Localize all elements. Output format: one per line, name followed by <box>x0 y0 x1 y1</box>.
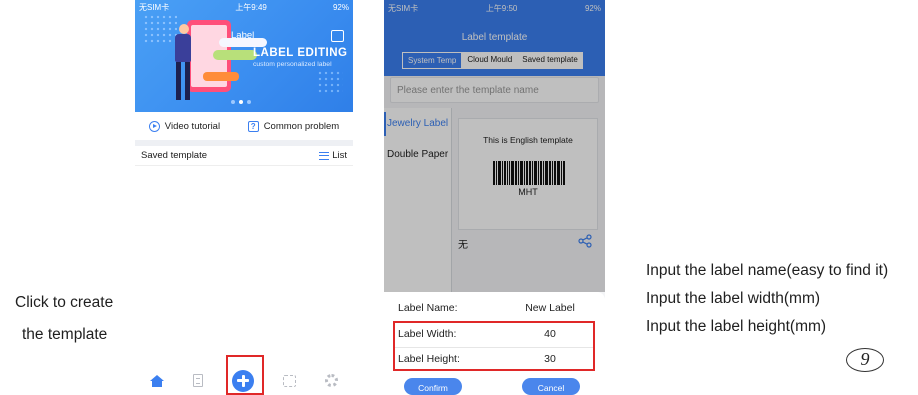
common-problem-label: Common problem <box>263 120 340 132</box>
list-icon <box>319 151 330 160</box>
banner-headline: LABEL EDITING <box>253 47 348 59</box>
app-name: Label <box>231 30 255 41</box>
dot-pattern <box>317 70 343 94</box>
saved-template-title: Saved template <box>141 150 208 161</box>
highlight-box-dimensions <box>393 321 595 371</box>
carrier: 无SIM卡 <box>139 2 170 12</box>
play-icon <box>148 120 160 132</box>
pager-dot[interactable] <box>231 100 235 104</box>
label-name-input[interactable]: New Label <box>520 302 580 314</box>
label-name-label: Label Name: <box>398 302 458 314</box>
scan-icon[interactable] <box>283 374 297 387</box>
illustration-person <box>179 24 189 34</box>
saved-template-header: Saved template List <box>135 146 353 166</box>
document-icon[interactable] <box>192 374 203 387</box>
list-view-toggle[interactable]: List <box>319 150 347 161</box>
caption-line-1: Click to create <box>15 294 114 311</box>
battery: 92% <box>332 2 349 12</box>
confirm-button[interactable]: Confirm <box>404 378 462 395</box>
illustration-person <box>175 34 191 62</box>
note-label-height: Input the label height(mm) <box>646 318 827 335</box>
illustration-card <box>213 50 257 60</box>
illustration-card <box>203 72 239 81</box>
dot-pattern <box>143 14 177 44</box>
pager-dot[interactable] <box>239 100 243 104</box>
carousel-pager[interactable] <box>231 100 251 104</box>
caption-line-2: the template <box>22 326 108 343</box>
banner-subline: custom personalized label <box>253 61 332 68</box>
illustration-person <box>176 62 181 100</box>
note-label-name: Input the label name(easy to find it) <box>646 262 889 279</box>
video-tutorial-link[interactable]: Video tutorial <box>148 120 221 132</box>
home-screen: Label LABEL EDITING custom personalized … <box>135 0 353 395</box>
illustration-person <box>185 62 190 100</box>
clock: 上午9:49 <box>235 2 267 12</box>
video-tutorial-label: Video tutorial <box>164 120 221 132</box>
help-links: Video tutorial ? Common problem <box>135 112 353 140</box>
printer-icon[interactable] <box>331 30 344 42</box>
label-name-row: Label Name: New Label <box>384 298 605 320</box>
list-label: List <box>332 150 347 161</box>
status-bar: 无SIM卡 上午9:49 92% <box>135 0 353 14</box>
gear-icon[interactable] <box>325 374 339 387</box>
promo-banner[interactable]: Label LABEL EDITING custom personalized … <box>135 0 353 112</box>
highlight-box-add <box>226 355 264 395</box>
note-label-width: Input the label width(mm) <box>646 290 821 307</box>
page-number: 9 <box>846 348 884 372</box>
question-icon: ? <box>247 120 259 132</box>
home-icon[interactable] <box>149 374 164 387</box>
common-problem-link[interactable]: ? Common problem <box>247 120 340 132</box>
pager-dot[interactable] <box>247 100 251 104</box>
modal-overlay <box>384 0 605 292</box>
cancel-button[interactable]: Cancel <box>522 378 580 395</box>
